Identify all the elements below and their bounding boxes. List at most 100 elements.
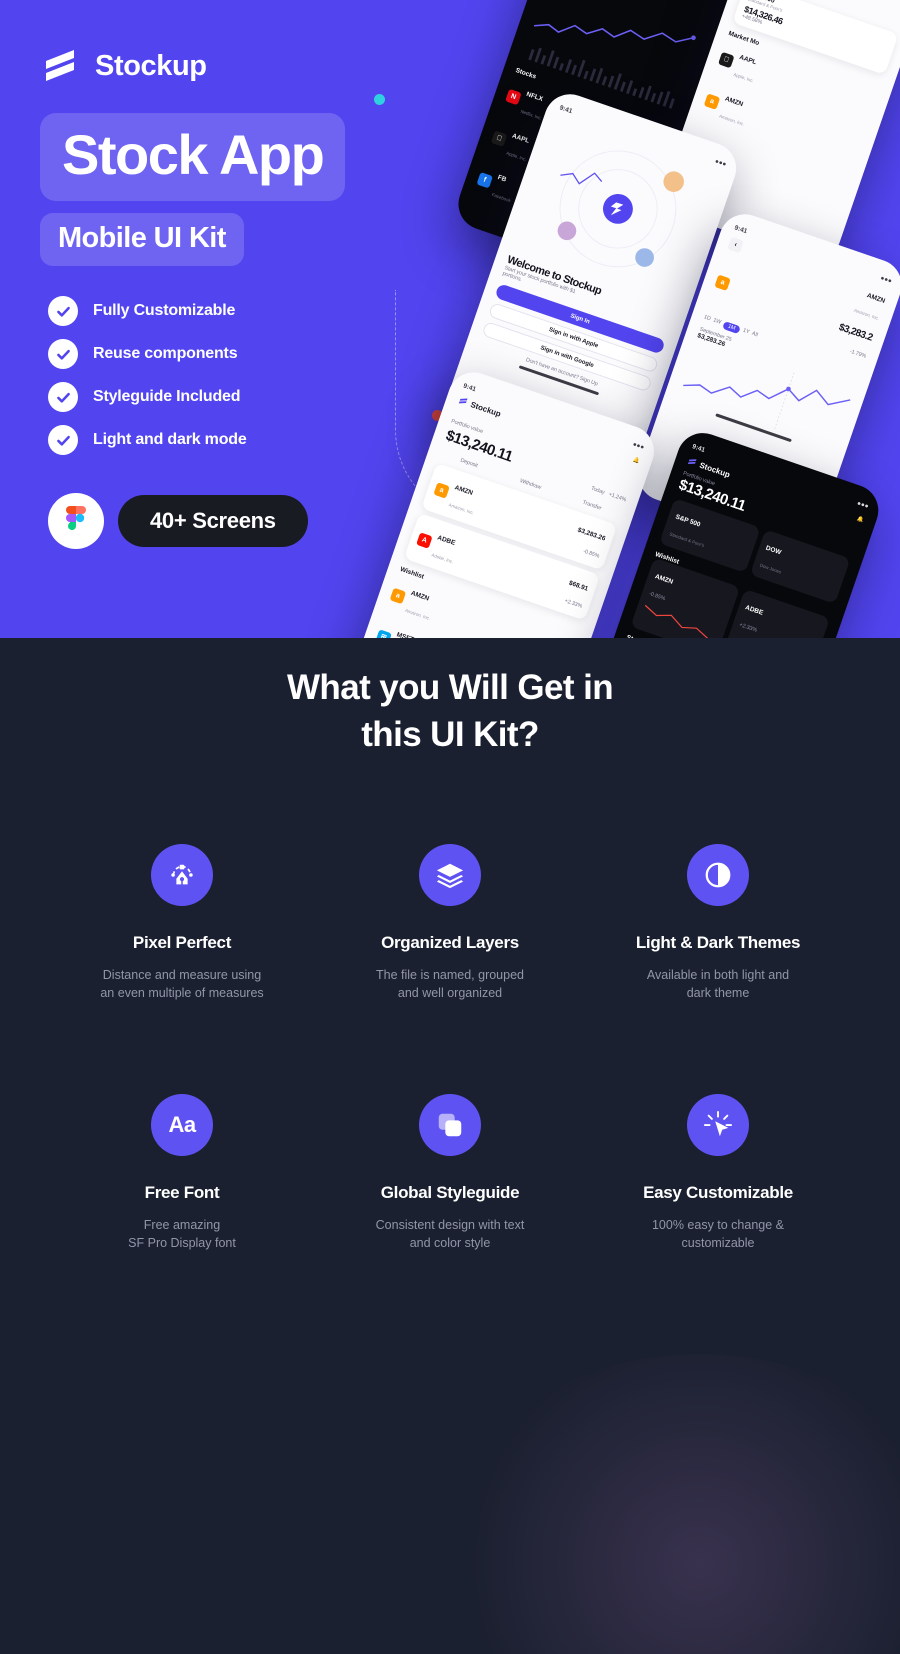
feature-card-free-font: Aa Free Font Free amazing SF Pro Display… [48,1093,316,1252]
card-desc-line1: Consistent design with text [375,1217,525,1232]
row-name: Amazon, Inc. [404,607,431,621]
feature-label: Fully Customizable [93,302,236,319]
card-desc: Available in both light and dark theme [598,966,838,1002]
row-ticker: AMZN [409,589,430,603]
dow-label: DOW [764,544,783,557]
feature-item: Fully Customizable [48,296,430,326]
card-desc-line2: SF Pro Display font [128,1235,236,1250]
section-title-line1: What you Will Get in [286,668,614,707]
row-change: +2.33% [563,598,583,610]
stockup-logo-icon [687,459,697,465]
facebook-icon: f [476,171,494,189]
row-change: -0.85% [582,548,601,560]
duplicate-squares-icon [419,1093,481,1156]
stockup-slashes-logo-icon [40,45,82,87]
feature-item: Light and dark mode [48,425,430,455]
brand-name: Stockup [95,49,207,82]
row-ticker: MSFT [395,631,415,638]
screens-count-button[interactable]: 40+ Screens [118,495,308,547]
hero-section: ✶ Stockup Stock App Mobile UI Kit [0,0,900,638]
feature-list: Fully Customizable Reuse components Styl… [48,296,430,455]
half-circle-contrast-icon [687,843,749,906]
row-ticker: AAPL [511,132,531,145]
amzn-wishlist-card[interactable]: AMZN -0.85% [630,557,740,638]
feature-label: Reuse components [93,345,238,362]
card-desc-line1: Free amazing [143,1217,221,1232]
stockup-logo-icon [458,398,468,404]
range-all[interactable]: All [750,331,758,340]
app-name: Stockup [698,460,732,479]
feature-item: Styleguide Included [48,382,430,412]
typography-aa-icon: Aa [151,1093,213,1156]
feature-label: Styleguide Included [93,388,241,405]
row-ticker: NFLX [525,90,544,104]
card-title: Organized Layers [381,932,519,952]
status-icons: ●●● [713,157,728,169]
feature-card-organized-layers: Organized Layers The file is named, grou… [316,843,584,1002]
row-name: Netflix, Inc. [519,108,543,121]
card-desc: Distance and measure using an even multi… [62,966,302,1002]
card-desc-line2: customizable [681,1235,755,1250]
sp500-label: S&P 500 [674,513,702,529]
card-title: Pixel Perfect [132,932,232,952]
status-time: 9:41 [733,224,749,236]
amazon-icon: a [714,274,731,292]
range-1w[interactable]: 1W [712,317,722,327]
feature-item: Reuse components [48,339,430,369]
feature-label: Light and dark mode [93,431,247,448]
bell-icon[interactable]: 🔔 [856,516,864,524]
layers-stack-icon [419,843,481,906]
row-name: Facebook [491,192,512,204]
card-desc-line2: and color style [409,1235,491,1250]
card-desc-line1: Available in both light and [646,967,790,982]
row-name: Amazon, Inc. [718,113,745,127]
section-title: What you Will Get in this UI Kit? [170,664,730,759]
amazon-icon: a [389,587,407,604]
row-price: $3,283.26 [576,526,607,543]
row-name: Apple, Inc. [505,150,528,163]
check-circle-icon [48,382,78,412]
amzn-title: AMZN [865,292,886,305]
brand: Stockup [40,45,430,87]
amzn-change: -1.79% [848,348,867,360]
card-title: Global Styleguide [380,1182,520,1202]
cursor-click-icon [687,1093,749,1156]
card-desc: The file is named, grouped and well orga… [330,966,570,1002]
card-title: Free Font [144,1182,220,1202]
amazon-icon: a [703,92,721,110]
card-desc-line1: The file is named, grouped [375,967,524,982]
row-sparkline [644,604,709,638]
status-icons: ●●● [856,499,870,511]
cta-row: 40+ Screens [48,493,430,549]
check-circle-icon [48,339,78,369]
card-desc-line2: dark theme [686,985,750,1000]
row-ticker: ADBE [436,534,457,547]
row-name: Adobe, Inc. [430,552,455,565]
amazon-icon: a [433,481,451,499]
card-desc-line1: 100% easy to change & [651,1217,785,1232]
row-name: Amazon, Inc. [448,502,475,516]
aa-glyph: Aa [168,1111,196,1137]
app-name: Stockup [469,399,503,419]
bell-icon[interactable]: 🔔 [632,457,640,465]
card-desc: 100% easy to change & customizable [598,1216,838,1252]
range-1d[interactable]: 1D [702,314,711,324]
dow-sub: Dow Jones [759,562,782,575]
apple-icon:  [718,51,735,68]
card-desc-line1: Distance and measure using [102,967,262,982]
range-1m[interactable]: 1M [722,321,742,335]
status-time: 9:41 [462,382,477,394]
row-ticker: AMZN [723,95,745,109]
range-1y[interactable]: 1Y [741,328,750,338]
card-desc-line2: and well organized [397,985,503,1000]
subtitle-chip: Mobile UI Kit [40,213,244,266]
sp500-sub: Standard & Poor's [668,531,705,549]
page-title: Stock App [62,123,325,186]
figma-logo-icon[interactable] [48,493,104,549]
row-ticker: AMZN [453,484,474,497]
today-label: Today [590,485,606,496]
status-icons: ●●● [631,440,646,452]
row-sparkline [731,631,804,638]
microsoft-icon: ⊞ [375,628,392,638]
back-arrow-icon[interactable]: ‹ [727,236,744,254]
